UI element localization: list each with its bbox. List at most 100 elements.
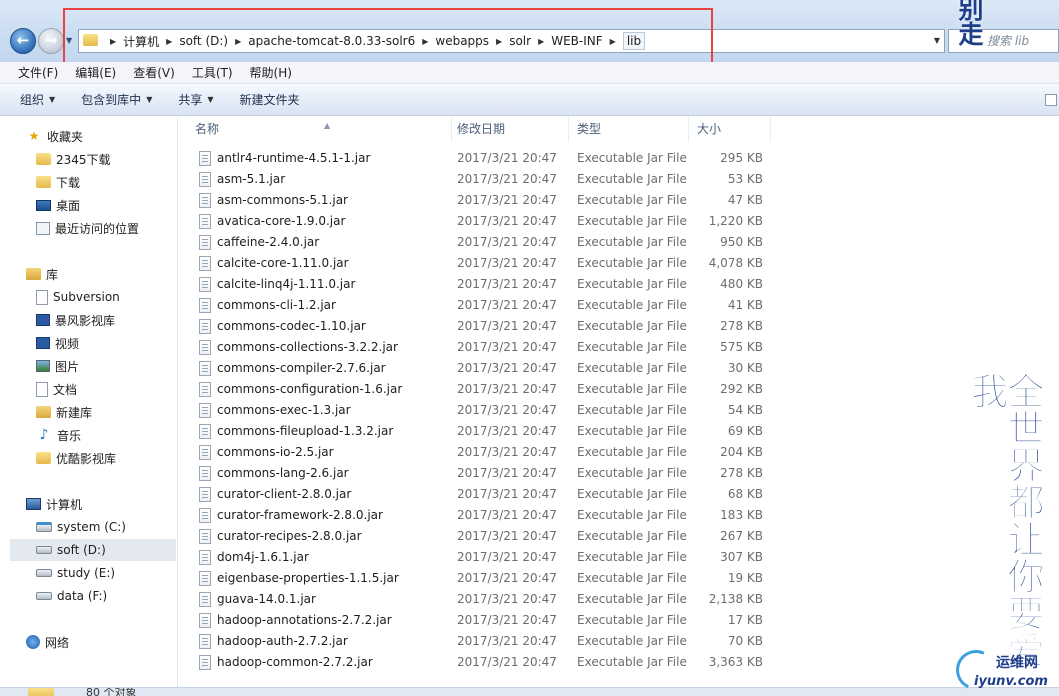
breadcrumb-separator-icon[interactable]: ▶ — [489, 37, 509, 46]
table-row[interactable]: hadoop-auth-2.7.2.jar 2017/3/21 20:47 Exec… — [179, 631, 1059, 652]
sidebar-item-library[interactable]: 图片 — [36, 355, 79, 377]
address-dropdown-icon[interactable]: ▼ — [934, 36, 940, 45]
table-row[interactable]: calcite-linq4j-1.11.0.jar 2017/3/21 20:47… — [179, 274, 1059, 295]
sidebar-item-library[interactable]: ♪ 音乐 — [36, 424, 81, 446]
table-row[interactable]: guava-14.0.1.jar 2017/3/21 20:47 Executabl… — [179, 589, 1059, 610]
breadcrumb-separator-icon[interactable]: ▶ — [415, 37, 435, 46]
breadcrumb-item[interactable]: lib — [622, 32, 646, 50]
table-row[interactable]: asm-5.1.jar 2017/3/21 20:47 Executable Jar… — [179, 169, 1059, 190]
star-icon: ★ — [28, 129, 40, 143]
sidebar-network[interactable]: 网络 — [26, 631, 69, 653]
drive-icon — [36, 546, 52, 554]
menu-item[interactable]: 编辑(E) — [69, 64, 122, 81]
jar-file-icon — [199, 445, 211, 460]
table-row[interactable]: commons-lang-2.6.jar 2017/3/21 20:47 Execu… — [179, 463, 1059, 484]
table-row[interactable]: antlr4-runtime-4.5.1-1.jar 2017/3/21 20:4… — [179, 148, 1059, 169]
folder-icon — [36, 153, 51, 165]
breadcrumb-separator-icon[interactable]: ▶ — [531, 37, 551, 46]
sidebar-item-favorite-label: 2345下载 — [56, 152, 111, 167]
sidebar-item-drive[interactable]: system (C:) — [36, 516, 126, 538]
table-row[interactable]: curator-framework-2.8.0.jar 2017/3/21 20:… — [179, 505, 1059, 526]
sidebar-item-favorite[interactable]: 桌面 — [36, 194, 80, 216]
table-row[interactable]: hadoop-annotations-2.7.2.jar 2017/3/21 20… — [179, 610, 1059, 631]
breadcrumb-item[interactable]: webapps — [435, 34, 489, 48]
sidebar-item-library[interactable]: 视频 — [36, 332, 79, 354]
include-in-library-button[interactable]: 包含到库中 ▼ — [81, 91, 152, 108]
breadcrumb-item[interactable]: solr — [509, 34, 531, 48]
table-row[interactable]: dom4j-1.6.1.jar 2017/3/21 20:47 Executable… — [179, 547, 1059, 568]
breadcrumb-item[interactable]: 计算机 — [123, 33, 159, 50]
chevron-down-icon: ▼ — [49, 95, 56, 104]
sidebar-item-drive-label: soft (D:) — [57, 543, 106, 557]
breadcrumb-item[interactable]: WEB-INF — [551, 34, 602, 48]
menu-item[interactable]: 帮助(H) — [244, 64, 298, 81]
breadcrumb-separator-icon[interactable]: ▶ — [103, 37, 123, 46]
sidebar-computer[interactable]: 计算机 — [26, 493, 82, 515]
recent-pages-dropdown[interactable]: ▼ — [66, 36, 76, 46]
item-count: 80 个对象 — [86, 687, 137, 696]
file-date: 2017/3/21 20:47 — [457, 361, 557, 375]
sidebar-item-favorite[interactable]: 下载 — [36, 171, 80, 193]
breadcrumb-item[interactable]: apache-tomcat-8.0.33-solr6 — [248, 34, 415, 48]
table-row[interactable]: eigenbase-properties-1.1.5.jar 2017/3/21 … — [179, 568, 1059, 589]
breadcrumb-separator-icon[interactable]: ▶ — [603, 37, 623, 46]
sidebar-item-drive[interactable]: study (E:) — [36, 562, 115, 584]
table-row[interactable]: commons-fileupload-1.3.2.jar 2017/3/21 20… — [179, 421, 1059, 442]
sidebar-favorites[interactable]: ★ 收藏夹 — [26, 125, 83, 147]
forward-button[interactable]: → — [38, 28, 64, 54]
new-folder-button[interactable]: 新建文件夹 — [240, 91, 300, 108]
table-row[interactable]: calcite-core-1.11.0.jar 2017/3/21 20:47 Ex… — [179, 253, 1059, 274]
table-row[interactable]: commons-configuration-1.6.jar 2017/3/21 2… — [179, 379, 1059, 400]
sidebar-item-library[interactable]: 暴风影视库 — [36, 309, 115, 331]
table-row[interactable]: avatica-core-1.9.0.jar 2017/3/21 20:47 Exe… — [179, 211, 1059, 232]
view-options-icon[interactable] — [1045, 94, 1057, 106]
menu-item[interactable]: 工具(T) — [186, 64, 239, 81]
file-name: eigenbase-properties-1.1.5.jar — [217, 571, 399, 585]
file-type: Executable Jar File — [577, 424, 687, 438]
column-header-size[interactable]: 大小 — [689, 117, 771, 142]
menu-item[interactable]: 文件(F) — [12, 64, 64, 81]
file-date: 2017/3/21 20:47 — [457, 529, 557, 543]
organize-button[interactable]: 组织 ▼ — [20, 91, 55, 108]
file-size: 480 KB — [720, 277, 763, 291]
sidebar-item-favorite[interactable]: 最近访问的位置 — [36, 217, 139, 239]
menu-item[interactable]: 查看(V) — [127, 64, 181, 81]
sidebar-item-library[interactable]: Subversion — [36, 286, 120, 308]
column-header-name[interactable]: 名称 ▲ — [187, 117, 452, 142]
sidebar-item-drive[interactable]: data (F:) — [36, 585, 107, 607]
site-watermark: 运维网 iyunv.com — [950, 644, 1056, 696]
recent-icon — [36, 221, 50, 235]
sidebar-libraries[interactable]: 库 — [26, 263, 58, 285]
file-size: 3,363 KB — [708, 655, 763, 669]
table-row[interactable]: caffeine-2.4.0.jar 2017/3/21 20:47 Executa… — [179, 232, 1059, 253]
jar-file-icon — [199, 151, 211, 166]
sidebar-item-drive[interactable]: soft (D:) — [10, 539, 176, 561]
table-row[interactable]: curator-recipes-2.8.0.jar 2017/3/21 20:47… — [179, 526, 1059, 547]
overlay-text-top: 别走 — [955, 0, 984, 46]
sidebar-item-library[interactable]: 新建库 — [36, 401, 92, 423]
share-button[interactable]: 共享 ▼ — [178, 91, 213, 108]
file-date: 2017/3/21 20:47 — [457, 613, 557, 627]
column-header-date[interactable]: 修改日期 — [449, 117, 569, 142]
back-button[interactable]: ← — [10, 28, 36, 54]
sidebar-item-favorite[interactable]: 2345下载 — [36, 148, 111, 170]
column-header-type[interactable]: 类型 — [569, 117, 689, 142]
table-row[interactable]: commons-exec-1.3.jar 2017/3/21 20:47 Execu… — [179, 400, 1059, 421]
table-row[interactable]: commons-cli-1.2.jar 2017/3/21 20:47 Execut… — [179, 295, 1059, 316]
table-row[interactable]: curator-client-2.8.0.jar 2017/3/21 20:47 E… — [179, 484, 1059, 505]
breadcrumb-item[interactable]: soft (D:) — [179, 34, 228, 48]
chevron-down-icon: ▼ — [146, 95, 153, 104]
share-label: 共享 — [178, 93, 203, 107]
breadcrumb-separator-icon[interactable]: ▶ — [228, 37, 248, 46]
sidebar-item-library[interactable]: 优酷影视库 — [36, 447, 116, 469]
table-row[interactable]: commons-io-2.5.jar 2017/3/21 20:47 Executa… — [179, 442, 1059, 463]
table-row[interactable]: commons-codec-1.10.jar 2017/3/21 20:47 Exe… — [179, 316, 1059, 337]
table-row[interactable]: commons-collections-3.2.2.jar 2017/3/21 2… — [179, 337, 1059, 358]
jar-file-icon — [199, 592, 211, 607]
sidebar-item-library[interactable]: 文档 — [36, 378, 77, 400]
table-row[interactable]: asm-commons-5.1.jar 2017/3/21 20:47 Execut… — [179, 190, 1059, 211]
table-row[interactable]: hadoop-common-2.7.2.jar 2017/3/21 20:47 Ex… — [179, 652, 1059, 673]
table-row[interactable]: commons-compiler-2.7.6.jar 2017/3/21 20:4… — [179, 358, 1059, 379]
breadcrumb-separator-icon[interactable]: ▶ — [159, 37, 179, 46]
address-bar[interactable]: ▶ 计算机 ▶ soft (D:) ▶ apache-tomcat-8.0.33-solr… — [78, 29, 945, 53]
